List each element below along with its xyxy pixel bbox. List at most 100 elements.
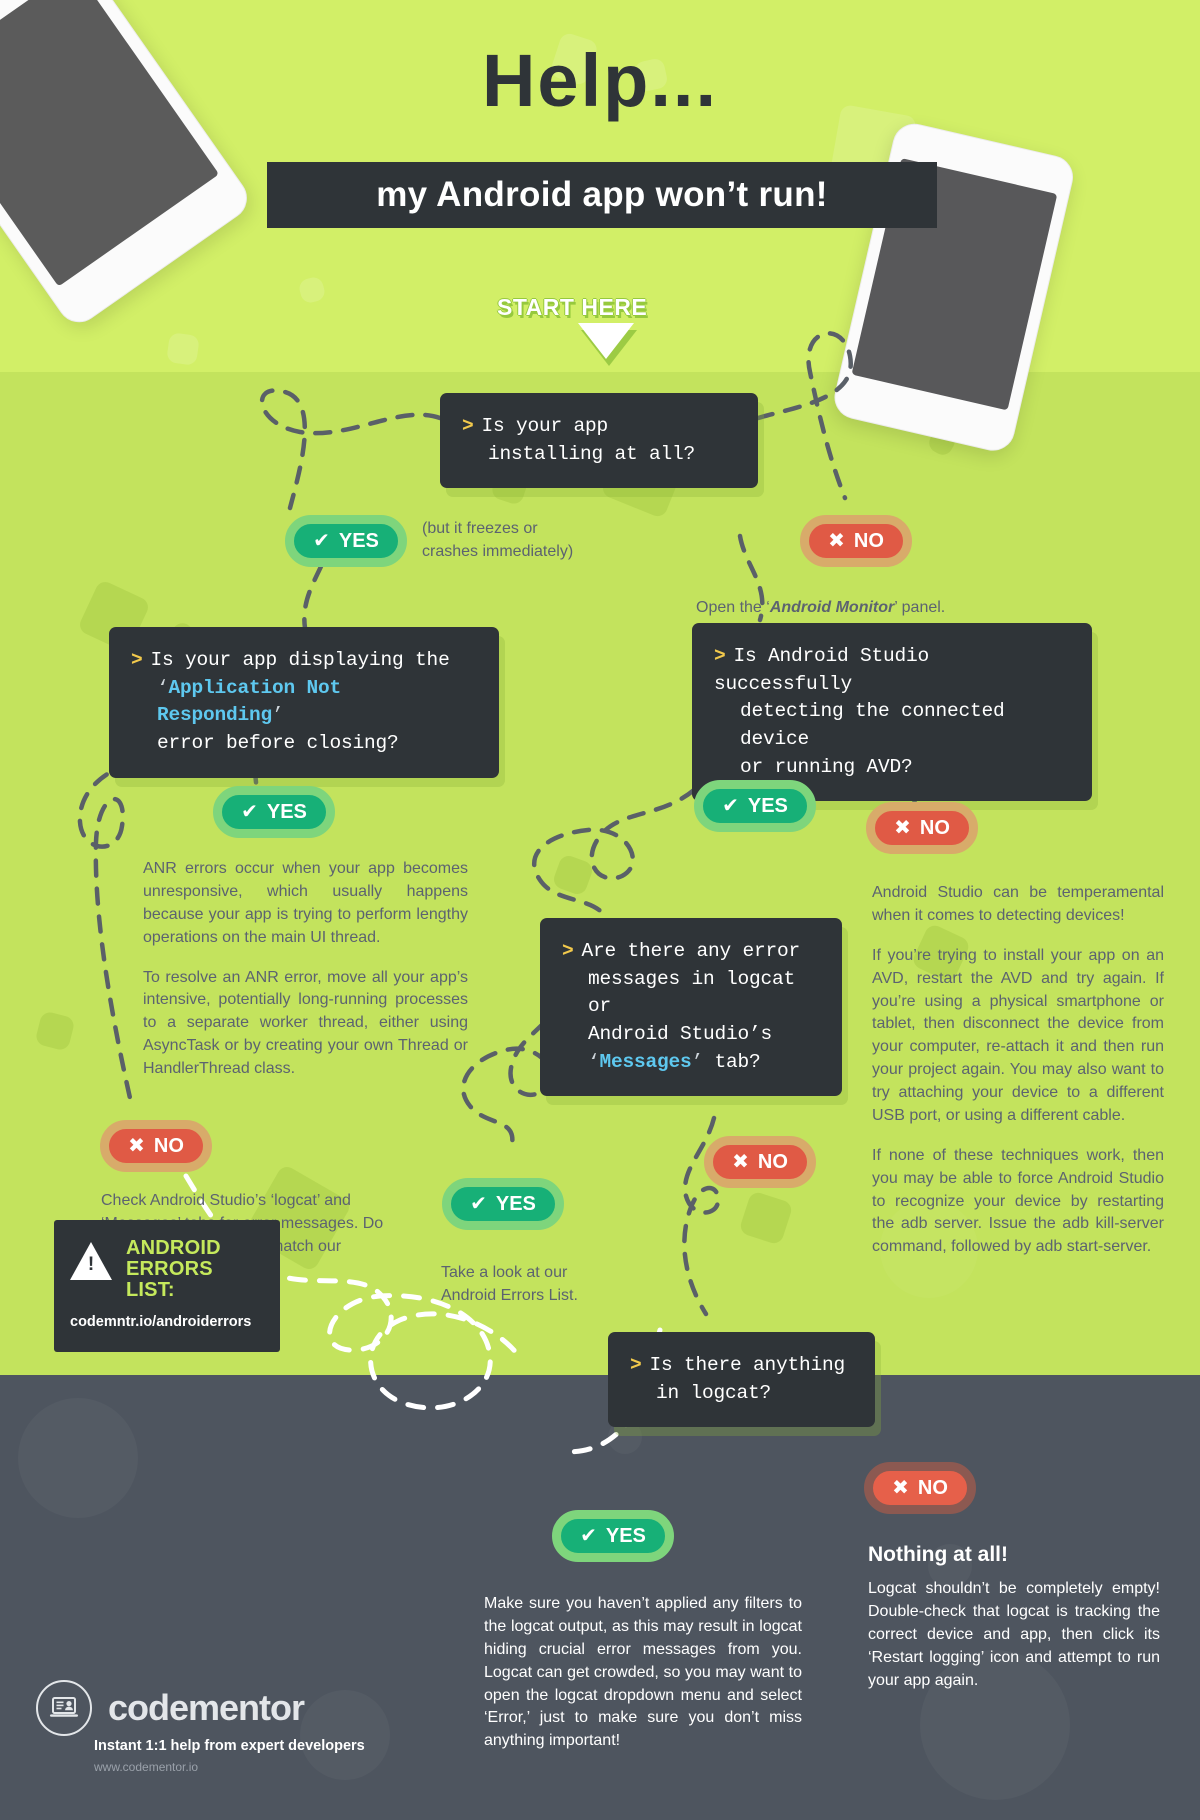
question-line: Is your app (481, 415, 609, 437)
pill-label: YES (338, 529, 379, 552)
prompt-glyph: > (630, 1354, 642, 1376)
paragraph: Take a look at our Android Errors List. (441, 1264, 578, 1304)
check-icon: ✔ (580, 1525, 597, 1547)
answer-pill-yes-logcat[interactable]: ✔ YES (552, 1510, 674, 1562)
page-subtitle-bar: my Android app won’t run! (267, 162, 937, 228)
brand-name: codementor (108, 1687, 305, 1728)
question-line: Is Android Studio successfully (714, 645, 930, 695)
quote-close: ’ (691, 1050, 704, 1073)
caption-open-android-monitor: Open the ‘Android Monitor’ panel. (696, 597, 1056, 620)
prompt-glyph: > (562, 940, 574, 962)
answer-pill-yes-error-messages[interactable]: ✔ YES (442, 1178, 564, 1230)
prompt-glyph: > (462, 415, 474, 437)
errors-card-title: ANDROID ERRORS LIST: (126, 1237, 221, 1302)
start-here-arrow-icon (578, 323, 634, 359)
paragraph: Logcat shouldn’t be completely empty! Do… (868, 1580, 1160, 1689)
question-box-device-detection: > Is Android Studio successfully detectin… (692, 623, 1092, 802)
answer-pill-yes-install[interactable]: ✔ YES (285, 515, 407, 567)
question-line: Android Studio’s (588, 1023, 773, 1046)
question-line: Is your app displaying the (150, 649, 450, 671)
caption-emphasis: Android Monitor (769, 599, 895, 616)
caption-post: ’ panel. (894, 599, 946, 616)
pill-label: YES (747, 794, 788, 817)
body-nothing-at-all: Logcat shouldn’t be completely empty! Do… (868, 1578, 1160, 1692)
decor-circle (300, 1690, 390, 1780)
pill-label: NO (917, 1476, 948, 1499)
paragraph: Make sure you haven’t applied any filter… (484, 1595, 802, 1750)
question-box-error-messages: > Are there any error messages in logcat … (540, 918, 842, 1097)
answer-pill-no-logcat[interactable]: ✖ NO (864, 1462, 976, 1514)
pill-label: NO (153, 1134, 184, 1157)
question-box-install: > Is your app installing at all? (440, 393, 758, 489)
question-box-logcat: > Is there anything in logcat? (608, 1332, 875, 1428)
question-line: detecting the connected device (740, 700, 1005, 751)
footer-url[interactable]: www.codementor.io (94, 1760, 198, 1774)
paragraph: ANR errors occur when your app becomes u… (143, 860, 468, 946)
question-line: in logcat? (656, 1381, 772, 1404)
body-errors-list-pointer: Take a look at our Android Errors List. (441, 1262, 611, 1308)
errors-card-url[interactable]: codemntr.io/androiderrors (70, 1314, 264, 1330)
warning-triangle-icon (70, 1242, 112, 1280)
check-icon: ✔ (722, 795, 739, 817)
question-box-anr: > Is your app displaying the ‘Application… (109, 627, 499, 778)
caption-line: (but it freezes or (422, 520, 538, 537)
question-highlight: Messages (599, 1050, 692, 1073)
body-logcat-filters: Make sure you haven’t applied any filter… (484, 1593, 802, 1753)
infographic-canvas: Help... my Android app won’t run! START … (0, 0, 1200, 1820)
cross-icon: ✖ (828, 530, 845, 552)
answer-pill-yes-device-detection[interactable]: ✔ YES (694, 780, 816, 832)
answer-pill-no-anr[interactable]: ✖ NO (100, 1120, 212, 1172)
quote-open: ‘ (588, 1050, 600, 1073)
pill-label: NO (919, 816, 950, 839)
cross-icon: ✖ (732, 1151, 749, 1173)
codementor-logo[interactable]: codementor (36, 1680, 305, 1736)
footer-tagline: Instant 1:1 help from expert developers (94, 1738, 365, 1754)
paragraph: Android Studio can be temperamental when… (872, 884, 1164, 924)
question-line: Is there anything (649, 1354, 846, 1376)
question-line: Are there any error (581, 940, 801, 962)
quote-open: ‘ (157, 676, 169, 699)
check-icon: ✔ (313, 530, 330, 552)
question-line: installing at all? (488, 442, 696, 465)
laptop-person-icon (36, 1680, 92, 1736)
errors-card-title-line: LIST: (126, 1279, 175, 1302)
page-title: Help... (481, 39, 719, 122)
paragraph: To resolve an ANR error, move all your a… (143, 968, 468, 1078)
question-highlight: Application Not Responding (157, 676, 342, 727)
check-icon: ✔ (241, 801, 258, 823)
body-device-detection-help: Android Studio can be temperamental when… (872, 882, 1164, 1259)
decor-circle (18, 1398, 138, 1518)
paragraph: If none of these techniques work, then y… (872, 1146, 1164, 1256)
pill-label: YES (266, 800, 307, 823)
pill-label: NO (853, 529, 884, 552)
paragraph: If you’re trying to install your app on … (872, 946, 1164, 1124)
cross-icon: ✖ (128, 1135, 145, 1157)
pill-label: NO (757, 1150, 788, 1173)
errors-card-title-line: ANDROID (126, 1237, 221, 1259)
cross-icon: ✖ (894, 817, 911, 839)
page-subtitle: my Android app won’t run! (376, 175, 828, 214)
pill-label: YES (495, 1192, 536, 1215)
pill-label: YES (605, 1524, 646, 1547)
caption-pre: Open the ‘ (696, 599, 770, 616)
decor-square (166, 332, 200, 366)
check-icon: ✔ (470, 1193, 487, 1215)
prompt-glyph: > (714, 645, 726, 667)
android-errors-list-card[interactable]: ANDROID ERRORS LIST: codemntr.io/android… (54, 1220, 280, 1352)
start-here-label: START HERE (497, 294, 648, 320)
question-line: error before closing? (157, 732, 399, 755)
question-line: messages in logcat or (588, 967, 796, 1018)
prompt-glyph: > (131, 649, 143, 671)
answer-pill-yes-anr[interactable]: ✔ YES (213, 786, 335, 838)
answer-pill-no-device-detection[interactable]: ✖ NO (866, 802, 978, 854)
answer-pill-no-install[interactable]: ✖ NO (800, 515, 912, 567)
heading-nothing-at-all: Nothing at all! (868, 1543, 1008, 1566)
question-line: tab? (703, 1050, 761, 1073)
answer-pill-no-error-messages[interactable]: ✖ NO (704, 1136, 816, 1188)
caption-line: crashes immediately) (422, 542, 574, 560)
quote-close: ’ (272, 704, 284, 727)
body-anr-explanation: ANR errors occur when your app becomes u… (143, 858, 468, 1081)
question-line: or running AVD? (740, 755, 913, 778)
cross-icon: ✖ (892, 1477, 909, 1499)
errors-card-title-line: ERRORS (126, 1258, 213, 1281)
